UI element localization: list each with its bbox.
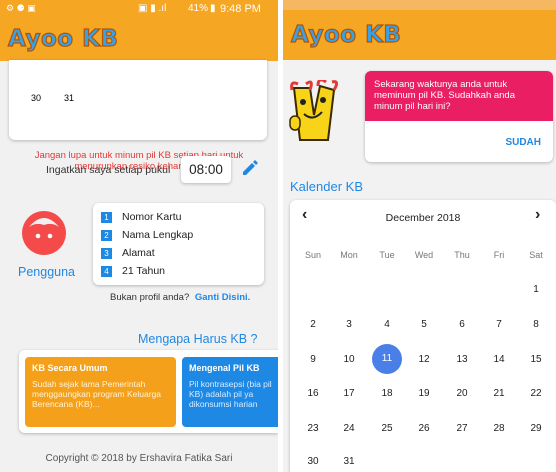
profile-item: 3 Alamat — [101, 244, 193, 262]
calendar-section-title: Kalender KB — [290, 179, 363, 194]
calendar-day[interactable]: 10 — [334, 354, 364, 365]
info-card-body: Sudah sejak lama Pemerintah menggaungkan… — [32, 379, 162, 409]
profile-item: 1 Nomor Kartu — [101, 208, 193, 226]
calendar-day[interactable]: 30 — [298, 456, 328, 467]
pill-reminder-card: Sekarang waktunya anda untuk meminum pil… — [365, 71, 553, 162]
calendar-day[interactable]: 25 — [372, 423, 402, 434]
calendar-day[interactable]: 16 — [298, 388, 328, 399]
calendar-day[interactable]: 1 — [521, 284, 551, 295]
calendar-day[interactable]: 20 — [447, 388, 477, 399]
calendar-day[interactable]: 18 — [372, 388, 402, 399]
calendar-day[interactable]: 12 — [409, 354, 439, 365]
signal-icons: ▣ ▮ .ıl — [138, 3, 167, 14]
calendar-card: ‹ December 2018 › Sun Mon Tue Wed Thu Fri Sat 1… — [290, 200, 556, 472]
calendar-day[interactable]: 19 — [409, 388, 439, 399]
info-card-title: Mengenal Pil KB — [189, 363, 260, 373]
calendar-day-30[interactable]: 30 — [31, 93, 41, 103]
calendar-day[interactable]: 29 — [521, 423, 551, 434]
app-bar: Ayoo KB — [0, 17, 278, 61]
calendar-day[interactable]: 9 — [298, 354, 328, 365]
clock: 9:48 PM — [220, 2, 261, 15]
mascot-icon — [288, 78, 346, 149]
calendar-day[interactable]: 17 — [334, 388, 364, 399]
profile-card-number: Nomor Kartu — [122, 211, 182, 223]
avatar-face-icon — [29, 218, 59, 239]
calendar-day[interactable]: 14 — [484, 354, 514, 365]
change-profile-link[interactable]: Ganti Disini. — [195, 292, 250, 303]
calendar-day[interactable]: 26 — [409, 423, 439, 434]
calendar-day[interactable]: 4 — [372, 319, 402, 330]
info-cards-container: KB Secara Umum Sudah sejak lama Pemerint… — [19, 350, 278, 433]
status-bar-partial — [283, 0, 556, 10]
calendar-grid: Sun Mon Tue Wed Thu Fri Sat 1 2 3 4 5 6 7 8 9 10 11 12 13 14… — [290, 200, 556, 472]
calendar-day-31[interactable]: 31 — [64, 93, 74, 103]
item-number-badge: 4 — [101, 265, 112, 277]
app-bar: Ayoo KB — [283, 10, 556, 60]
profile-address: Alamat — [122, 247, 155, 259]
profile-item: 2 Nama Lengkap — [101, 226, 193, 244]
calendar-day[interactable]: 2 — [298, 319, 328, 330]
profile-full-name: Nama Lengkap — [122, 229, 194, 241]
profile-age: 21 Tahun — [122, 265, 166, 277]
calendar-day[interactable]: 7 — [484, 319, 514, 330]
calendar-day[interactable]: 6 — [447, 319, 477, 330]
item-number-badge: 1 — [101, 211, 112, 223]
status-bar: ⚙ ⚈ ▣ ▣ ▮ .ıl 41% ▮ 9:48 PM — [0, 0, 278, 17]
weekday-header: Thu — [454, 250, 470, 260]
weekday-header: Tue — [379, 250, 395, 260]
calendar-day[interactable]: 27 — [447, 423, 477, 434]
info-card-title: KB Secara Umum — [32, 363, 108, 373]
item-number-badge: 2 — [101, 229, 112, 241]
calendar-day[interactable]: 24 — [334, 423, 364, 434]
right-phone-screen: Ayoo KB Sekarang waktunya anda untuk mem… — [283, 0, 556, 472]
change-profile-row: Bukan profil anda? Ganti Disini. — [110, 292, 250, 303]
item-number-badge: 3 — [101, 247, 112, 259]
weekday-header: Fri — [493, 250, 505, 260]
calendar-day[interactable]: 5 — [409, 319, 439, 330]
info-card-body: Pil kontrasepsi (bia pil KB) adalah pil … — [189, 379, 272, 409]
calendar-day[interactable]: 23 — [298, 423, 328, 434]
weekday-header: Mon — [340, 250, 358, 260]
reminder-message-box: Sekarang waktunya anda untuk meminum pil… — [365, 71, 553, 121]
weekday-header: Sat — [529, 250, 543, 260]
calendar-card-tail: 30 31 — [9, 60, 267, 140]
info-card-general[interactable]: KB Secara Umum Sudah sejak lama Pemerint… — [25, 357, 176, 427]
left-phone-screen: ⚙ ⚈ ▣ ▣ ▮ .ıl 41% ▮ 9:48 PM Ayoo KB 30 3… — [0, 0, 278, 472]
app-logo: Ayoo KB — [290, 21, 402, 48]
notification-icons: ⚙ ⚈ ▣ — [6, 3, 36, 13]
calendar-day[interactable]: 22 — [521, 388, 551, 399]
calendar-day[interactable]: 13 — [447, 354, 477, 365]
weekday-header: Sun — [304, 250, 321, 260]
calendar-day[interactable]: 28 — [484, 423, 514, 434]
battery-level: 41% — [188, 3, 209, 14]
info-card-pill[interactable]: Mengenal Pil KB Pil kontrasepsi (bia pil… — [182, 357, 278, 427]
calendar-day[interactable]: 15 — [521, 354, 551, 365]
profile-card[interactable]: 1 Nomor Kartu 2 Nama Lengkap 3 Alamat 4 … — [93, 203, 264, 285]
weekday-header: Wed — [414, 250, 434, 260]
remind-time-field[interactable]: 08:00 — [181, 156, 231, 183]
remind-label: Ingatkan saya setiap pukul — [46, 164, 171, 176]
calendar-day-selected[interactable]: 11 — [372, 344, 402, 374]
why-kb-title: Mengapa Harus KB ? — [138, 332, 258, 346]
reminder-message: Sekarang waktunya anda untuk meminum pil… — [374, 79, 515, 112]
app-logo: Ayoo KB — [7, 25, 119, 52]
user-label: Pengguna — [18, 265, 76, 279]
calendar-day[interactable]: 21 — [484, 388, 514, 399]
user-avatar — [22, 211, 66, 255]
not-your-profile-text: Bukan profil anda? — [110, 292, 190, 303]
calendar-day[interactable]: 31 — [334, 456, 364, 467]
edit-pencil-icon[interactable] — [240, 158, 258, 176]
calendar-day[interactable]: 8 — [521, 319, 551, 330]
battery-icon: ▮ — [210, 3, 216, 14]
copyright-text: Copyright © 2018 by Ershavira Fatika Sar… — [45, 453, 233, 464]
confirm-taken-button[interactable]: SUDAH — [505, 137, 541, 148]
profile-item: 4 21 Tahun — [101, 262, 193, 280]
profile-list: 1 Nomor Kartu 2 Nama Lengkap 3 Alamat 4 … — [101, 208, 193, 280]
calendar-day[interactable]: 3 — [334, 319, 364, 330]
